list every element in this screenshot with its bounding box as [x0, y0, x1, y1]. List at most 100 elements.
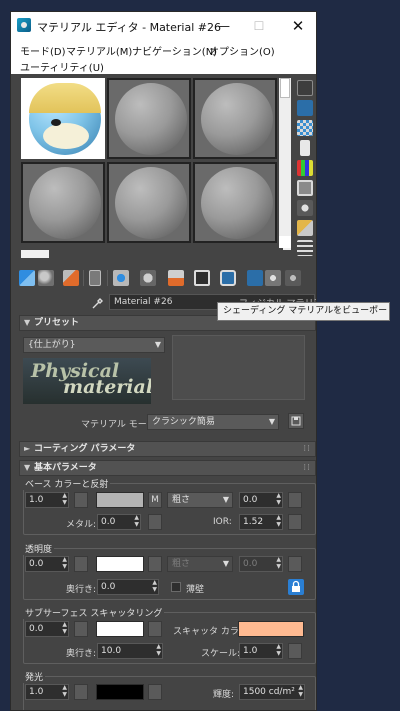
- background-icon[interactable]: [297, 120, 313, 136]
- spinner-value: 10.0: [101, 646, 122, 656]
- sss-depth-spinner[interactable]: 10.0 ▲ ▼: [97, 643, 163, 659]
- close-button[interactable]: ✕: [283, 16, 313, 36]
- scatter-color-swatch[interactable]: [238, 621, 304, 637]
- sss-scale-spinner[interactable]: 1.0 ▲ ▼: [239, 643, 283, 659]
- base-color-map-button[interactable]: M: [148, 492, 162, 508]
- maximize-button[interactable]: ☐: [244, 16, 274, 36]
- transparency-color-swatch[interactable]: [96, 556, 144, 572]
- metalness-map-button[interactable]: [148, 514, 162, 530]
- pick-material-icon[interactable]: [285, 270, 301, 286]
- reset-map-icon[interactable]: [89, 270, 101, 286]
- lock-button[interactable]: [288, 579, 304, 595]
- preset-dropdown[interactable]: {仕上がり} ▼: [23, 337, 165, 353]
- assign-to-selection-icon[interactable]: [63, 270, 79, 286]
- scrollbar-thumb[interactable]: [280, 78, 290, 98]
- slots-horizontal-scrollbar[interactable]: [21, 248, 283, 260]
- preview-sphere: [115, 83, 187, 155]
- sss-scale-map-button[interactable]: [288, 643, 302, 659]
- title-bar[interactable]: マテリアル エディタ - Material #26 — ☐ ✕: [11, 12, 316, 40]
- preset-value: {仕上がり}: [28, 340, 76, 350]
- make-unique-icon[interactable]: [113, 270, 129, 286]
- sample-slot[interactable]: [21, 78, 105, 159]
- menu-utilities[interactable]: ユーティリティ(U): [20, 59, 104, 74]
- spinner-value: 0.0: [29, 559, 44, 569]
- emission-color-swatch[interactable]: [96, 684, 144, 700]
- dropdown-value: 粗さ: [172, 495, 191, 505]
- spinner-value: 0.0: [101, 517, 116, 527]
- metalness-spinner[interactable]: 0.0 ▲ ▼: [97, 514, 141, 530]
- group-label: 透明度: [23, 542, 55, 555]
- select-by-material-icon[interactable]: [297, 220, 313, 236]
- transparency-roughness-spinner[interactable]: 0.0 ▲ ▼: [239, 556, 283, 572]
- window-title: マテリアル エディタ - Material #26: [37, 21, 221, 34]
- preview-sphere: [201, 167, 273, 239]
- sss-weight-spinner[interactable]: 0.0 ▲ ▼: [25, 621, 69, 637]
- material-map-navigator-icon[interactable]: [297, 240, 313, 256]
- backlight-icon[interactable]: [297, 100, 313, 116]
- thin-walled-label: 薄壁: [186, 585, 205, 595]
- put-to-library-icon[interactable]: [140, 270, 156, 286]
- sample-slot[interactable]: [107, 78, 191, 159]
- chevron-down-icon: ▼: [154, 340, 161, 349]
- sample-slot[interactable]: [193, 162, 277, 243]
- save-preset-button[interactable]: [288, 413, 304, 429]
- sample-uv-tiling-icon[interactable]: [300, 140, 310, 156]
- luminance-spinner[interactable]: 1500 cd/m² ▲ ▼: [239, 684, 305, 700]
- material-id-channel-icon[interactable]: [168, 270, 184, 286]
- material-mode-value: クラシック簡易: [152, 417, 215, 427]
- menu-material[interactable]: マテリアル(M): [66, 43, 132, 58]
- sss-weight-map-button[interactable]: [74, 621, 88, 637]
- base-weight-map-button[interactable]: [74, 492, 88, 508]
- thin-walled-checkbox[interactable]: [171, 582, 181, 592]
- sample-slot[interactable]: [193, 78, 277, 159]
- rollout-coating[interactable]: ► コーティング パラメータ ⁞⁞: [19, 441, 316, 457]
- put-to-scene-icon[interactable]: [38, 270, 54, 286]
- base-color-swatch[interactable]: [96, 492, 144, 508]
- menu-navigation[interactable]: ナビゲーション(N): [132, 43, 217, 58]
- options-icon[interactable]: [297, 200, 313, 216]
- sample-slot[interactable]: [21, 162, 105, 243]
- preview-sphere: [29, 167, 101, 239]
- group-label: ベース カラーと反射: [23, 477, 111, 490]
- rollout-basic-parameters[interactable]: ▼ 基本パラメータ ⁞⁞: [19, 460, 316, 476]
- eyedropper-icon[interactable]: [91, 296, 105, 310]
- slots-vertical-scrollbar[interactable]: [279, 78, 291, 250]
- sss-color-map-button[interactable]: [148, 621, 162, 637]
- ior-spinner[interactable]: 1.52 ▲ ▼: [239, 514, 283, 530]
- show-end-result-icon[interactable]: [220, 270, 236, 286]
- show-shaded-in-viewport-icon[interactable]: [194, 270, 210, 286]
- dropdown-value: 粗さ: [172, 559, 191, 569]
- video-color-check-icon[interactable]: [297, 160, 313, 176]
- logo-text: material: [63, 376, 151, 398]
- sample-slot[interactable]: [107, 162, 191, 243]
- material-mode-dropdown[interactable]: クラシック簡易 ▼: [147, 414, 279, 430]
- emission-weight-map-button[interactable]: [74, 684, 88, 700]
- transparency-roughness-mode-dropdown[interactable]: 粗さ ▼: [167, 556, 233, 572]
- sample-type-icon[interactable]: [297, 80, 313, 96]
- ior-map-button[interactable]: [288, 514, 302, 530]
- roughness-mode-dropdown[interactable]: 粗さ ▼: [167, 492, 233, 508]
- menu-mode[interactable]: モード(D): [20, 43, 66, 58]
- emission-weight-spinner[interactable]: 1.0 ▲ ▼: [25, 684, 69, 700]
- roughness-map-button[interactable]: [288, 492, 302, 508]
- transparency-weight-map-button[interactable]: [74, 556, 88, 572]
- get-material-icon[interactable]: [19, 270, 35, 286]
- base-weight-spinner[interactable]: 1.0 ▲ ▼: [25, 492, 69, 508]
- roughness-spinner[interactable]: 0.0 ▲ ▼: [239, 492, 283, 508]
- make-preview-icon[interactable]: [297, 180, 313, 196]
- transparency-color-map-button[interactable]: [148, 556, 162, 572]
- spinner-value: 0.0: [101, 582, 116, 592]
- transparency-weight-spinner[interactable]: 0.0 ▲ ▼: [25, 556, 69, 572]
- go-to-parent-icon[interactable]: [247, 270, 263, 286]
- transparency-depth-spinner[interactable]: 0.0 ▲ ▼: [97, 579, 159, 595]
- transparency-depth-label: 奥行き:: [66, 585, 97, 595]
- scrollbar-thumb[interactable]: [21, 250, 49, 258]
- menu-options[interactable]: オプション(O): [209, 43, 275, 58]
- rollout-grip-icon: ⁞⁞: [303, 463, 311, 473]
- go-forward-to-sibling-icon[interactable]: [265, 270, 281, 286]
- minimize-button[interactable]: —: [209, 16, 239, 36]
- rollout-title: プリセット: [34, 318, 80, 328]
- sss-color-swatch[interactable]: [96, 621, 144, 637]
- emission-color-map-button[interactable]: [148, 684, 162, 700]
- transparency-roughness-map-button[interactable]: [288, 556, 302, 572]
